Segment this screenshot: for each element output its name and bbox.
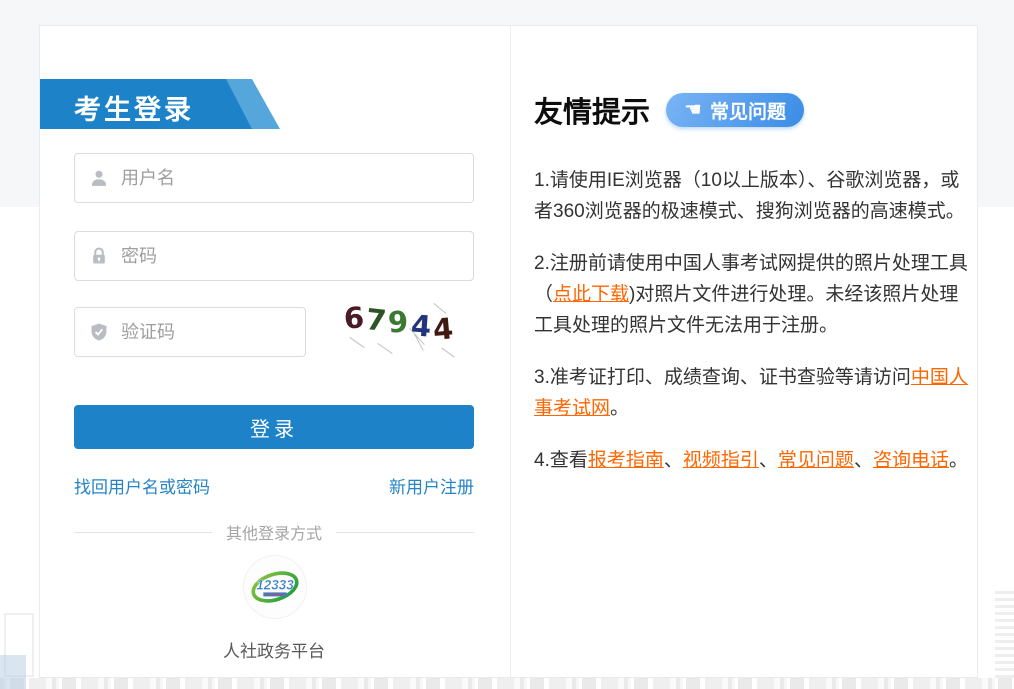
cityscape-watermark-right bbox=[995, 590, 1014, 678]
captcha-digit: 6 bbox=[343, 303, 365, 333]
login-panel-title: 考生登录 bbox=[74, 88, 194, 127]
divider-line bbox=[74, 532, 212, 533]
account-links-row: 找回用户名或密码 新用户注册 bbox=[74, 473, 474, 498]
captcha-noise-line bbox=[349, 337, 364, 348]
captcha-input[interactable] bbox=[121, 322, 305, 343]
photo-tool-download-link[interactable]: 点此下载 bbox=[553, 284, 629, 305]
tip-paragraph-cpta: 3.准考证打印、成绩查询、证书查验等请访问中国人事考试网。 bbox=[534, 362, 972, 424]
tip-paragraph-photo-tool: 2.注册前请使用中国人事考试网提供的照片处理工具（点此下载)对照片文件进行处理。… bbox=[534, 248, 972, 341]
captcha-digit: 9 bbox=[388, 307, 410, 337]
captcha-noise-line bbox=[441, 348, 455, 358]
login-ribbon: 考生登录 bbox=[40, 79, 282, 129]
tip-paragraph-guides: 4.查看报考指南、视频指引、常见问题、咨询电话。 bbox=[534, 445, 972, 476]
tip-paragraph-browsers: 1.请使用IE浏览器（10以上版本）、谷歌浏览器，或者360浏览器的极速模式、搜… bbox=[534, 165, 972, 227]
logo-12333-text: 12333 bbox=[256, 578, 294, 593]
login-button[interactable]: 登录 bbox=[74, 405, 474, 449]
register-link[interactable]: 新用户注册 bbox=[389, 473, 474, 498]
cityscape-watermark-corner bbox=[0, 655, 26, 689]
cityscape-watermark-bottom bbox=[0, 678, 1014, 689]
faq-button-label: 常见问题 bbox=[710, 97, 786, 124]
forgot-credentials-link[interactable]: 找回用户名或密码 bbox=[74, 473, 210, 498]
pointing-hand-icon: ☚ bbox=[684, 100, 702, 120]
login-card: 考生登录 6 7 9 4 4 bbox=[39, 25, 978, 678]
tips-title: 友情提示 bbox=[534, 89, 650, 131]
captcha-image[interactable]: 6 7 9 4 4 bbox=[344, 302, 472, 360]
tips-header: 友情提示 ☚ 常见问题 bbox=[534, 89, 972, 131]
captcha-digit: 7 bbox=[365, 305, 388, 336]
captcha-noise-line bbox=[377, 343, 392, 354]
faq-link[interactable]: 常见问题 bbox=[778, 450, 854, 471]
username-field-wrapper bbox=[74, 153, 474, 203]
tips-panel: 友情提示 ☚ 常见问题 1.请使用IE浏览器（10以上版本）、谷歌浏览器，或者3… bbox=[534, 89, 972, 497]
password-input[interactable] bbox=[121, 246, 473, 267]
divider-line bbox=[336, 532, 474, 533]
shield-check-icon bbox=[89, 322, 109, 342]
captcha-digit: 4 bbox=[432, 314, 455, 345]
renshe-platform-login-button[interactable]: 12333 bbox=[244, 556, 306, 618]
column-divider bbox=[510, 26, 511, 677]
faq-button[interactable]: ☚ 常见问题 bbox=[666, 93, 804, 127]
user-icon bbox=[89, 168, 109, 188]
12333-logo-icon: 12333 bbox=[248, 560, 302, 614]
hotline-link[interactable]: 咨询电话 bbox=[873, 450, 949, 471]
video-guide-link[interactable]: 视频指引 bbox=[683, 450, 759, 471]
password-field-wrapper bbox=[74, 231, 474, 281]
exam-guide-link[interactable]: 报考指南 bbox=[588, 450, 664, 471]
other-login-divider: 其他登录方式 bbox=[74, 520, 474, 544]
lock-icon bbox=[89, 246, 109, 266]
other-login-label: 其他登录方式 bbox=[226, 520, 322, 544]
username-input[interactable] bbox=[121, 168, 473, 189]
captcha-digit: 4 bbox=[410, 311, 432, 341]
platform-name-label: 人社政务平台 bbox=[74, 637, 474, 662]
captcha-field-wrapper bbox=[74, 307, 306, 357]
